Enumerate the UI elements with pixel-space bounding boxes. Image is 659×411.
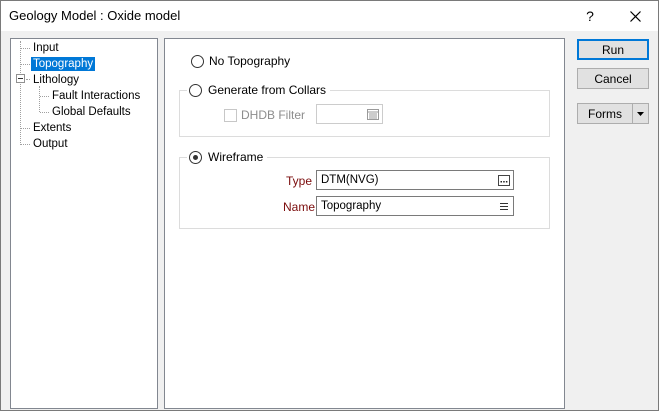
generate-from-collars-legend: Generate from Collars xyxy=(187,82,331,98)
filter-list-icon xyxy=(367,108,379,120)
title-bar: Geology Model : Oxide model ? xyxy=(1,1,658,31)
run-button[interactable]: Run xyxy=(577,39,649,60)
type-browse-button[interactable] xyxy=(497,173,511,187)
forms-button-label: Forms xyxy=(578,104,633,123)
close-icon xyxy=(629,10,641,22)
run-button-label: Run xyxy=(601,42,624,57)
tree-connector xyxy=(21,144,30,145)
close-button[interactable] xyxy=(618,3,652,29)
name-label: Name xyxy=(283,200,316,214)
filter-browse-button[interactable] xyxy=(366,107,380,121)
tree-item-extents[interactable]: Extents xyxy=(31,121,73,135)
dhdb-filter-field[interactable] xyxy=(316,104,383,124)
tree-item-global-defaults[interactable]: Global Defaults xyxy=(50,105,133,119)
help-button[interactable]: ? xyxy=(573,3,607,29)
tree-item-topography[interactable]: Topography xyxy=(31,57,96,71)
type-value: DTM(NVG) xyxy=(321,174,379,186)
navigation-tree[interactable]: Input Topography Lithology Fault Interac… xyxy=(10,38,158,409)
help-icon: ? xyxy=(586,8,594,24)
ellipsis-icon xyxy=(498,174,510,186)
generate-from-collars-radio[interactable] xyxy=(189,83,202,97)
tree-connector xyxy=(39,86,40,112)
window-title: Geology Model : Oxide model xyxy=(9,8,181,23)
tree-connector xyxy=(20,41,21,145)
tree-connector xyxy=(40,112,49,113)
tree-connector xyxy=(21,48,30,49)
collapse-icon[interactable] xyxy=(16,74,25,83)
tree-item-output[interactable]: Output xyxy=(31,137,70,151)
name-field[interactable]: Topography xyxy=(316,196,514,216)
name-value: Topography xyxy=(321,200,382,212)
topography-panel: No Topography Generate from Collars DHDB… xyxy=(164,38,565,409)
dhdb-filter-checkbox[interactable] xyxy=(224,109,237,122)
tree-connector xyxy=(21,128,30,129)
wireframe-radio[interactable] xyxy=(189,150,202,164)
type-label: Type xyxy=(286,174,313,188)
list-icon xyxy=(500,202,508,210)
caret-down-icon xyxy=(637,111,644,116)
tree-connector xyxy=(26,79,30,80)
wireframe-label: Wireframe xyxy=(208,150,264,164)
wireframe-group xyxy=(179,157,550,229)
forms-dropdown-button[interactable] xyxy=(633,104,648,123)
cancel-button-label: Cancel xyxy=(594,71,632,86)
tree-item-input[interactable]: Input xyxy=(31,41,61,55)
wireframe-legend: Wireframe xyxy=(187,149,268,165)
no-topography-radio[interactable] xyxy=(191,55,204,68)
no-topography-label: No Topography xyxy=(209,54,291,68)
tree-connector xyxy=(21,64,30,65)
name-list-button[interactable] xyxy=(497,199,511,213)
geology-model-dialog: Geology Model : Oxide model ? Input Topo… xyxy=(0,0,659,411)
type-field[interactable]: DTM(NVG) xyxy=(316,170,514,190)
generate-from-collars-label: Generate from Collars xyxy=(208,83,327,97)
tree-item-lithology[interactable]: Lithology xyxy=(31,73,81,87)
forms-button[interactable]: Forms xyxy=(577,103,649,124)
tree-item-fault-interactions[interactable]: Fault Interactions xyxy=(50,89,142,103)
cancel-button[interactable]: Cancel xyxy=(577,68,649,89)
tree-connector xyxy=(40,96,49,97)
dhdb-filter-label: DHDB Filter xyxy=(241,108,306,122)
